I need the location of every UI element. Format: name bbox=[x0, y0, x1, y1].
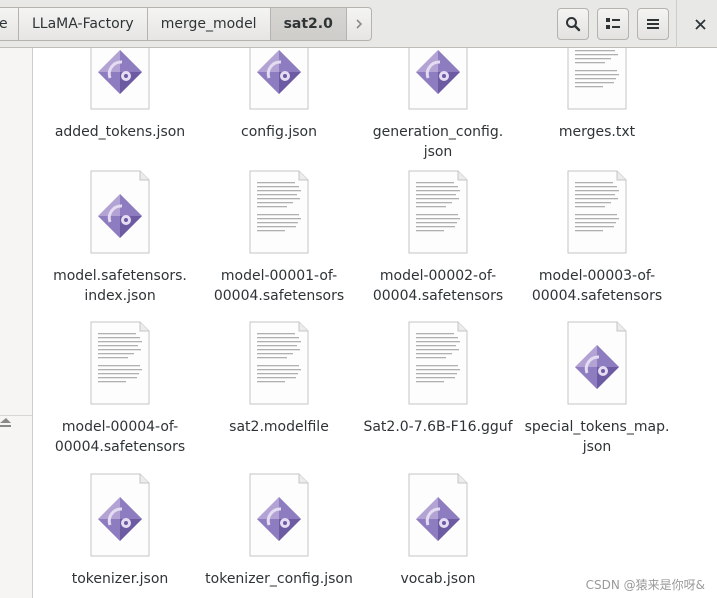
file-name-label: model-00002-of- 00004.safetensors bbox=[372, 268, 504, 304]
json-file-icon bbox=[408, 473, 468, 557]
breadcrumb: e LLaMA-Factory merge_model sat2.0 bbox=[0, 7, 372, 41]
chevron-right-icon bbox=[356, 19, 362, 29]
file-name-label: tokenizer_config.json bbox=[205, 571, 353, 587]
text-file-icon bbox=[90, 321, 150, 405]
file-name-label: model-00001-of- 00004.safetensors bbox=[213, 268, 345, 304]
places-sidebar bbox=[0, 48, 33, 598]
file-name-label: model-00003-of- 00004.safetensors bbox=[531, 268, 663, 304]
file-item[interactable]: model.safetensors. index.json bbox=[41, 170, 199, 306]
file-item[interactable]: special_tokens_map. json bbox=[518, 321, 676, 457]
text-file-icon bbox=[567, 170, 627, 254]
hamburger-menu-icon bbox=[647, 19, 659, 29]
watermark: CSDN @猿来是你呀& bbox=[585, 578, 705, 592]
file-item[interactable]: generation_config. json bbox=[359, 48, 517, 162]
file-item[interactable]: vocab.json bbox=[359, 473, 517, 589]
file-name-label: merges.txt bbox=[558, 124, 636, 140]
menu-button[interactable] bbox=[637, 8, 669, 40]
json-file-icon bbox=[408, 48, 468, 110]
json-file-icon bbox=[567, 321, 627, 405]
file-name-label: added_tokens.json bbox=[54, 124, 186, 140]
header-separator bbox=[676, 0, 677, 48]
file-name-label: Sat2.0-7.6B-F16.gguf bbox=[363, 419, 513, 435]
text-file-icon bbox=[249, 321, 309, 405]
file-item[interactable]: model-00004-of- 00004.safetensors bbox=[41, 321, 199, 457]
breadcrumb-item-home[interactable]: e bbox=[0, 8, 19, 40]
text-file-icon bbox=[408, 170, 468, 254]
file-item[interactable]: model-00001-of- 00004.safetensors bbox=[200, 170, 358, 306]
file-item[interactable]: tokenizer_config.json bbox=[200, 473, 358, 589]
file-name-label: model-00004-of- 00004.safetensors bbox=[54, 419, 186, 455]
eject-icon[interactable] bbox=[0, 417, 12, 429]
file-name-label: vocab.json bbox=[400, 571, 476, 587]
json-file-icon bbox=[90, 473, 150, 557]
text-file-icon bbox=[249, 170, 309, 254]
file-item[interactable]: sat2.modelfile bbox=[200, 321, 358, 437]
breadcrumb-item-merge-model[interactable]: merge_model bbox=[148, 8, 271, 40]
breadcrumb-item-current[interactable]: sat2.0 bbox=[270, 8, 347, 40]
file-item[interactable]: Sat2.0-7.6B-F16.gguf bbox=[359, 321, 517, 437]
view-toggle-button[interactable] bbox=[597, 8, 629, 40]
breadcrumb-forward-button[interactable] bbox=[347, 8, 371, 40]
file-name-label: special_tokens_map. json bbox=[524, 419, 670, 455]
json-file-icon bbox=[249, 48, 309, 110]
close-icon bbox=[694, 18, 706, 30]
breadcrumb-item-llama-factory[interactable]: LLaMA-Factory bbox=[19, 8, 148, 40]
text-file-icon bbox=[408, 321, 468, 405]
json-file-icon bbox=[90, 170, 150, 254]
grid-view-icon bbox=[606, 18, 620, 29]
file-item[interactable]: tokenizer.json bbox=[41, 473, 199, 589]
file-item[interactable]: model-00002-of- 00004.safetensors bbox=[359, 170, 517, 306]
close-window-button[interactable] bbox=[685, 8, 715, 40]
file-name-label: model.safetensors. index.json bbox=[53, 268, 187, 304]
file-item[interactable]: model-00003-of- 00004.safetensors bbox=[518, 170, 676, 306]
sidebar-divider bbox=[0, 415, 32, 416]
json-file-icon bbox=[249, 473, 309, 557]
search-button[interactable] bbox=[557, 8, 589, 40]
json-file-icon bbox=[90, 48, 150, 110]
file-name-label: sat2.modelfile bbox=[229, 419, 329, 435]
file-item[interactable]: config.json bbox=[200, 48, 358, 142]
text-file-icon bbox=[567, 48, 627, 110]
file-grid: added_tokens.json config.json generation… bbox=[33, 48, 717, 598]
search-icon bbox=[566, 17, 581, 32]
file-name-label: tokenizer.json bbox=[71, 571, 169, 587]
file-name-label: config.json bbox=[241, 124, 317, 140]
file-name-label: generation_config. json bbox=[372, 124, 504, 160]
file-item[interactable]: merges.txt bbox=[518, 48, 676, 142]
header-bar: e LLaMA-Factory merge_model sat2.0 bbox=[0, 0, 717, 48]
file-item[interactable]: added_tokens.json bbox=[41, 48, 199, 142]
